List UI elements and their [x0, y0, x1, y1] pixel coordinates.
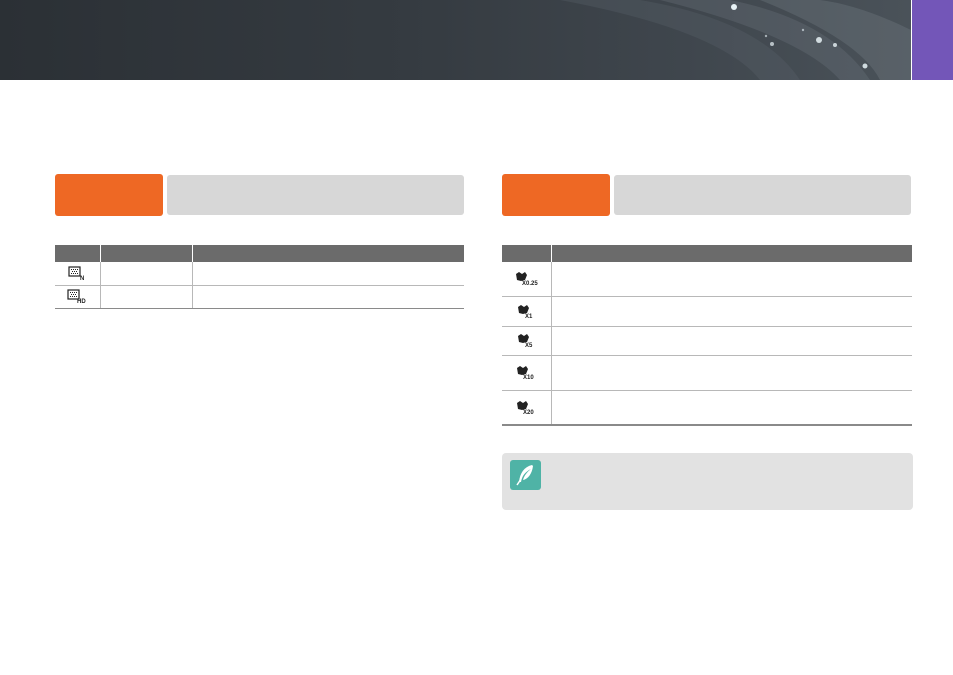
- right-section-header: [502, 174, 911, 216]
- banner-swoosh-decoration: [560, 0, 911, 80]
- table-cell-icon: X1: [502, 296, 551, 327]
- table-header-description-col: [550, 245, 912, 262]
- left-section-header: [55, 174, 464, 216]
- speed-x10-icon: X10: [517, 366, 535, 381]
- table-row: N: [55, 262, 464, 286]
- table-cell-description: [191, 285, 464, 309]
- speed-x025-icon: X0.25: [516, 272, 538, 287]
- svg-text:X10: X10: [523, 375, 534, 381]
- table-row: X1: [502, 296, 912, 327]
- table-header-icon-col: [55, 245, 100, 262]
- table-cell-option: [99, 262, 192, 286]
- table-row: X10: [502, 355, 912, 391]
- table-cell-description: [550, 326, 912, 356]
- note-box: [502, 453, 913, 510]
- table-cell-description: [550, 296, 912, 327]
- table-header-row: [502, 245, 912, 262]
- speed-x5-icon: X5: [518, 334, 533, 349]
- table-cell-description: [550, 355, 912, 391]
- quality-options-table: N HD: [55, 245, 464, 309]
- speed-x20-icon: X20: [517, 400, 535, 416]
- table-cell-icon: X20: [502, 390, 551, 426]
- table-header-row: [55, 245, 464, 262]
- svg-text:X20: X20: [523, 410, 534, 416]
- table-cell-description: [550, 390, 912, 426]
- svg-text:X5: X5: [525, 343, 533, 349]
- left-section-tag: [55, 174, 163, 216]
- table-cell-icon: X5: [502, 326, 551, 356]
- table-cell-icon: N: [55, 262, 100, 286]
- quality-hd-icon: HD: [67, 289, 87, 304]
- table-cell-icon: X10: [502, 355, 551, 391]
- right-section-tag: [502, 174, 610, 216]
- svg-text:HD: HD: [77, 299, 86, 304]
- svg-text:X0.25: X0.25: [522, 281, 538, 287]
- svg-text:X1: X1: [525, 314, 533, 320]
- table-row: X0.25: [502, 262, 912, 297]
- table-row: X5: [502, 326, 912, 356]
- table-row: X20: [502, 390, 912, 426]
- left-section-title-bar: [167, 175, 464, 215]
- table-header-option-col: [99, 245, 192, 262]
- chapter-side-tab: [912, 0, 953, 80]
- speed-options-table: X0.25 X1 X5 X10 X20: [502, 245, 912, 426]
- table-cell-icon: X0.25: [502, 262, 551, 297]
- note-pen-icon: [510, 460, 541, 490]
- chapter-banner: [0, 0, 911, 80]
- table-cell-option: [99, 285, 192, 309]
- table-header-icon-col: [502, 245, 551, 262]
- table-header-description-col: [191, 245, 464, 262]
- table-cell-description: [191, 262, 464, 286]
- svg-text:N: N: [80, 276, 84, 281]
- table-cell-icon: HD: [55, 285, 100, 309]
- speed-x1-icon: X1: [518, 304, 533, 320]
- table-cell-description: [550, 262, 912, 297]
- right-section-title-bar: [614, 175, 911, 215]
- table-row: HD: [55, 285, 464, 309]
- quality-normal-icon: N: [68, 266, 85, 281]
